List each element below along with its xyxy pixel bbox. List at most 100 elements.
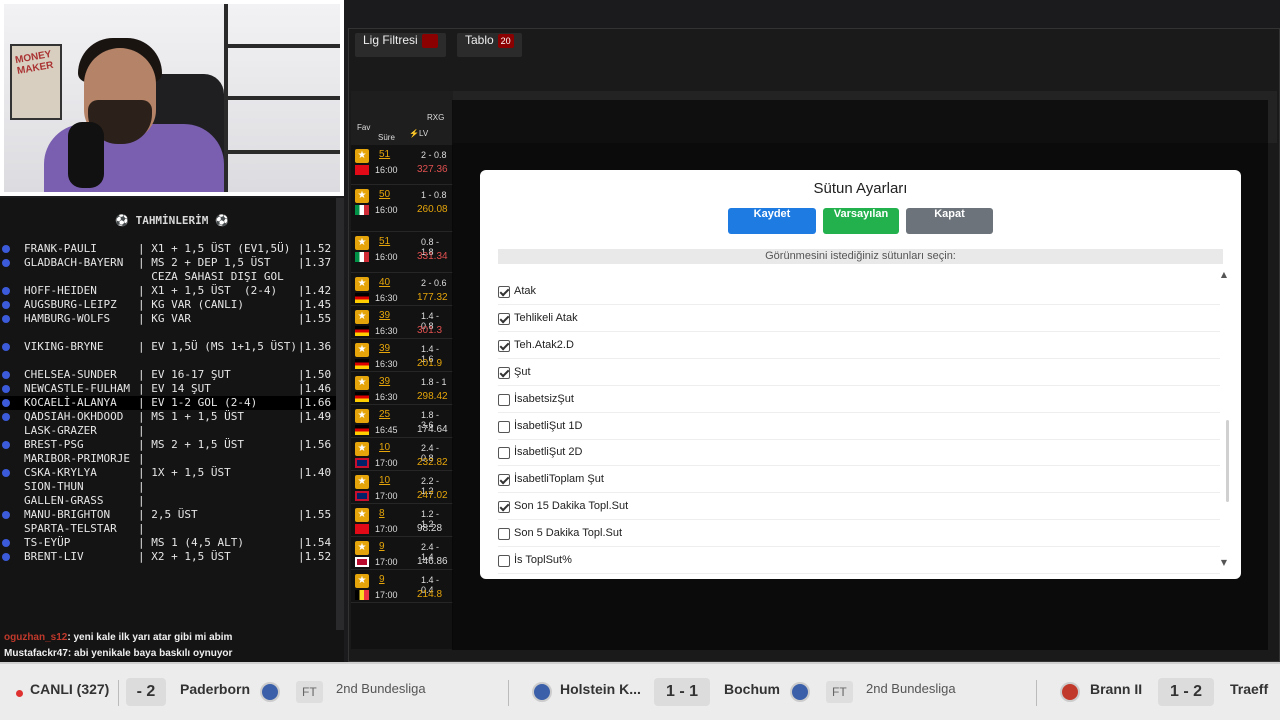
option-label: İsabetliŞut 1D bbox=[514, 419, 583, 432]
match-row[interactable]: ★ 9 17:00 1.4 - 0.4 214.8 bbox=[351, 570, 453, 603]
checkbox[interactable] bbox=[498, 286, 510, 298]
match-row[interactable]: ★ 51 16:00 2 - 0.8 327.36 bbox=[351, 145, 453, 185]
bullet-icon bbox=[2, 385, 10, 393]
prediction-row: HAMBURG-WOLFS | KG VAR |1.55 bbox=[0, 312, 336, 326]
favorite-star-icon[interactable]: ★ bbox=[355, 442, 369, 456]
checkbox[interactable] bbox=[498, 501, 510, 514]
rxg-value: 146.86 bbox=[417, 556, 448, 567]
chat-message: oguzhan_s12: yeni kale ilk yarı atar gib… bbox=[4, 632, 233, 643]
minute-link[interactable]: 10 bbox=[379, 475, 390, 486]
column-option[interactable]: İs ToplSut% bbox=[498, 547, 1220, 574]
kickoff-time: 16:30 bbox=[375, 392, 398, 402]
prediction-row bbox=[0, 326, 336, 340]
checkbox[interactable] bbox=[498, 339, 510, 352]
predictions-scrollbar[interactable] bbox=[336, 198, 344, 630]
scroll-up-icon[interactable]: ▲ bbox=[1221, 270, 1227, 279]
checkbox[interactable] bbox=[498, 312, 510, 325]
favorite-star-icon[interactable]: ★ bbox=[355, 508, 369, 522]
match-row[interactable]: ★ 10 17:00 2.4 - 0.8 232.82 bbox=[351, 438, 453, 471]
tab-league-filter[interactable]: Lig Filtresi bbox=[355, 33, 446, 57]
column-option[interactable]: İsabetliToplam Şut bbox=[498, 466, 1220, 494]
minute-link[interactable]: 8 bbox=[379, 508, 385, 519]
minute-link[interactable]: 50 bbox=[379, 189, 390, 200]
favorite-star-icon[interactable]: ★ bbox=[355, 574, 369, 588]
rxg-value: 214.8 bbox=[417, 589, 443, 600]
match-row[interactable]: ★ 9 17:00 2.4 - 1.4 146.86 bbox=[351, 537, 453, 570]
modal-scrollbar[interactable] bbox=[1226, 420, 1229, 502]
match-row[interactable]: ★ 10 17:00 2.2 - 1.2 247.02 bbox=[351, 471, 453, 504]
match-row[interactable]: ★ 39 16:30 1.4 - 0.8 301.3 bbox=[351, 306, 453, 339]
live-count[interactable]: CANLI (327) bbox=[30, 681, 109, 697]
prediction-row: CHELSEA-SUNDER | EV 16-17 ŞUT |1.50 bbox=[0, 368, 336, 382]
match-row[interactable]: ★ 51 16:00 0.8 - 1.8 331.34 bbox=[351, 232, 453, 273]
column-option[interactable]: Şut bbox=[498, 359, 1220, 386]
checkbox[interactable] bbox=[498, 528, 510, 541]
match-row[interactable]: ★ 25 16:45 1.8 - 3.6 174.64 bbox=[351, 405, 453, 438]
close-button[interactable]: Kapat bbox=[906, 208, 993, 234]
minute-link[interactable]: 51 bbox=[379, 149, 390, 160]
option-label: Tehlikeli Atak bbox=[514, 311, 578, 324]
favorite-star-icon[interactable]: ★ bbox=[355, 376, 369, 390]
kickoff-time: 16:45 bbox=[375, 425, 398, 435]
rxg-value: 298.42 bbox=[417, 391, 448, 402]
scroll-down-icon[interactable]: ▼ bbox=[1221, 558, 1227, 567]
favorite-star-icon[interactable]: ★ bbox=[355, 277, 369, 291]
checkbox[interactable] bbox=[498, 555, 510, 567]
match-row[interactable]: ★ 50 16:00 1 - 0.8 260.08 bbox=[351, 185, 453, 232]
bullet-icon bbox=[2, 413, 10, 421]
minute-link[interactable]: 51 bbox=[379, 236, 390, 247]
column-option[interactable]: Son 5 Dakika Topl.Sut bbox=[498, 520, 1220, 548]
checkbox[interactable] bbox=[498, 474, 510, 487]
minute-link[interactable]: 40 bbox=[379, 277, 390, 288]
default-button[interactable]: Varsayılan bbox=[823, 208, 899, 234]
country-flag-icon bbox=[355, 252, 369, 262]
column-option[interactable]: Tehlikeli Atak bbox=[498, 305, 1220, 332]
poster-image: MONEY MAKER bbox=[10, 44, 62, 120]
favorite-star-icon[interactable]: ★ bbox=[355, 189, 369, 203]
minute-link[interactable]: 10 bbox=[379, 442, 390, 453]
prediction-row: LASK-GRAZER | bbox=[24, 424, 145, 437]
column-option[interactable]: İsabetsizŞut bbox=[498, 386, 1220, 413]
minute-link[interactable]: 9 bbox=[379, 574, 385, 585]
bullet-icon bbox=[2, 371, 10, 379]
predictions-title: ⚽ TAHMİNLERİM ⚽ bbox=[115, 214, 229, 227]
checkbox[interactable] bbox=[498, 393, 510, 406]
column-option[interactable]: Son 15 Dakika Topl.Sut bbox=[498, 493, 1220, 521]
kickoff-time: 16:30 bbox=[375, 359, 398, 369]
favorite-star-icon[interactable]: ★ bbox=[355, 310, 369, 324]
favorite-star-icon[interactable]: ★ bbox=[355, 409, 369, 423]
save-button[interactable]: Kaydet bbox=[728, 208, 816, 234]
predictions-panel: ⚽ TAHMİNLERİM ⚽ FRANK-PAULI | X1 + 1,5 ÜS… bbox=[0, 198, 344, 630]
match-row[interactable]: ★ 39 16:30 1.4 - 1.6 201.9 bbox=[351, 339, 453, 372]
minute-link[interactable]: 39 bbox=[379, 376, 390, 387]
favorite-star-icon[interactable]: ★ bbox=[355, 343, 369, 357]
match-row[interactable]: ★ 40 16:30 2 - 0.6 177.32 bbox=[351, 273, 453, 306]
minute-link[interactable]: 39 bbox=[379, 310, 390, 321]
favorite-star-icon[interactable]: ★ bbox=[355, 475, 369, 489]
checkbox[interactable] bbox=[498, 447, 510, 460]
checkbox[interactable] bbox=[498, 366, 510, 379]
minute-link[interactable]: 39 bbox=[379, 343, 390, 354]
rxg-value: 301.3 bbox=[417, 325, 443, 336]
option-label: İsabetliŞut 2D bbox=[514, 446, 583, 459]
team-name: Holstein K... bbox=[560, 681, 641, 697]
rxg-value: 174.64 bbox=[417, 424, 448, 435]
favorite-star-icon[interactable]: ★ bbox=[355, 236, 369, 250]
match-row[interactable]: ★ 39 16:30 1.8 - 1 298.42 bbox=[351, 372, 453, 405]
favorite-star-icon[interactable]: ★ bbox=[355, 149, 369, 163]
prediction-row: GALLEN-GRASS | bbox=[24, 494, 145, 507]
minute-link[interactable]: 9 bbox=[379, 541, 385, 552]
tab-table[interactable]: Tablo 20 bbox=[457, 33, 522, 57]
minute-link[interactable]: 25 bbox=[379, 409, 390, 420]
country-flag-icon bbox=[355, 293, 369, 303]
column-options-list: Atak Tehlikeli Atak Teh.Atak2.D Şut İsabetsi… bbox=[498, 278, 1220, 574]
column-option[interactable]: Atak bbox=[498, 278, 1220, 305]
column-option[interactable]: İsabetliŞut 2D bbox=[498, 439, 1220, 467]
checkbox[interactable] bbox=[498, 420, 510, 433]
prediction-row: NEWCASTLE-FULHAM | EV 14 ŞUT |1.46 bbox=[0, 382, 336, 396]
column-option[interactable]: İsabetliŞut 1D bbox=[498, 413, 1220, 440]
option-label: İsabetliToplam Şut bbox=[514, 473, 604, 486]
favorite-star-icon[interactable]: ★ bbox=[355, 541, 369, 555]
column-option[interactable]: Teh.Atak2.D bbox=[498, 332, 1220, 359]
match-row[interactable]: ★ 8 17:00 1.2 - 1.2 98.28 bbox=[351, 504, 453, 537]
